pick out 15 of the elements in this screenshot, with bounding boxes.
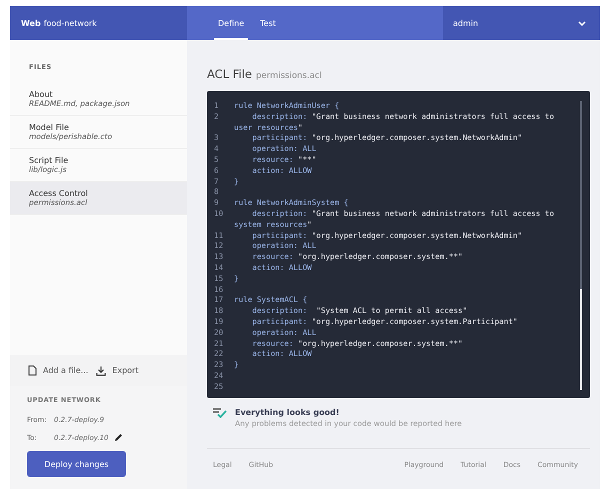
status-title: Everything looks good! xyxy=(235,408,340,417)
scrollbar[interactable] xyxy=(580,101,582,390)
chevron-down-icon xyxy=(578,20,586,26)
file-icon xyxy=(28,365,37,376)
deploy-button[interactable]: Deploy changes xyxy=(27,451,126,477)
file-name: permissions.acl xyxy=(256,71,322,81)
app-title: Web food-network xyxy=(20,18,98,30)
export-button[interactable]: Export xyxy=(96,365,138,376)
add-file-button[interactable]: Add a file... xyxy=(28,365,88,376)
download-icon xyxy=(96,366,106,376)
code-editor[interactable] xyxy=(207,91,590,398)
tab[interactable]: Test xyxy=(256,8,280,40)
editor-title: ACL File xyxy=(207,67,252,81)
check-list-icon xyxy=(213,408,227,418)
pencil-icon[interactable] xyxy=(114,433,122,442)
